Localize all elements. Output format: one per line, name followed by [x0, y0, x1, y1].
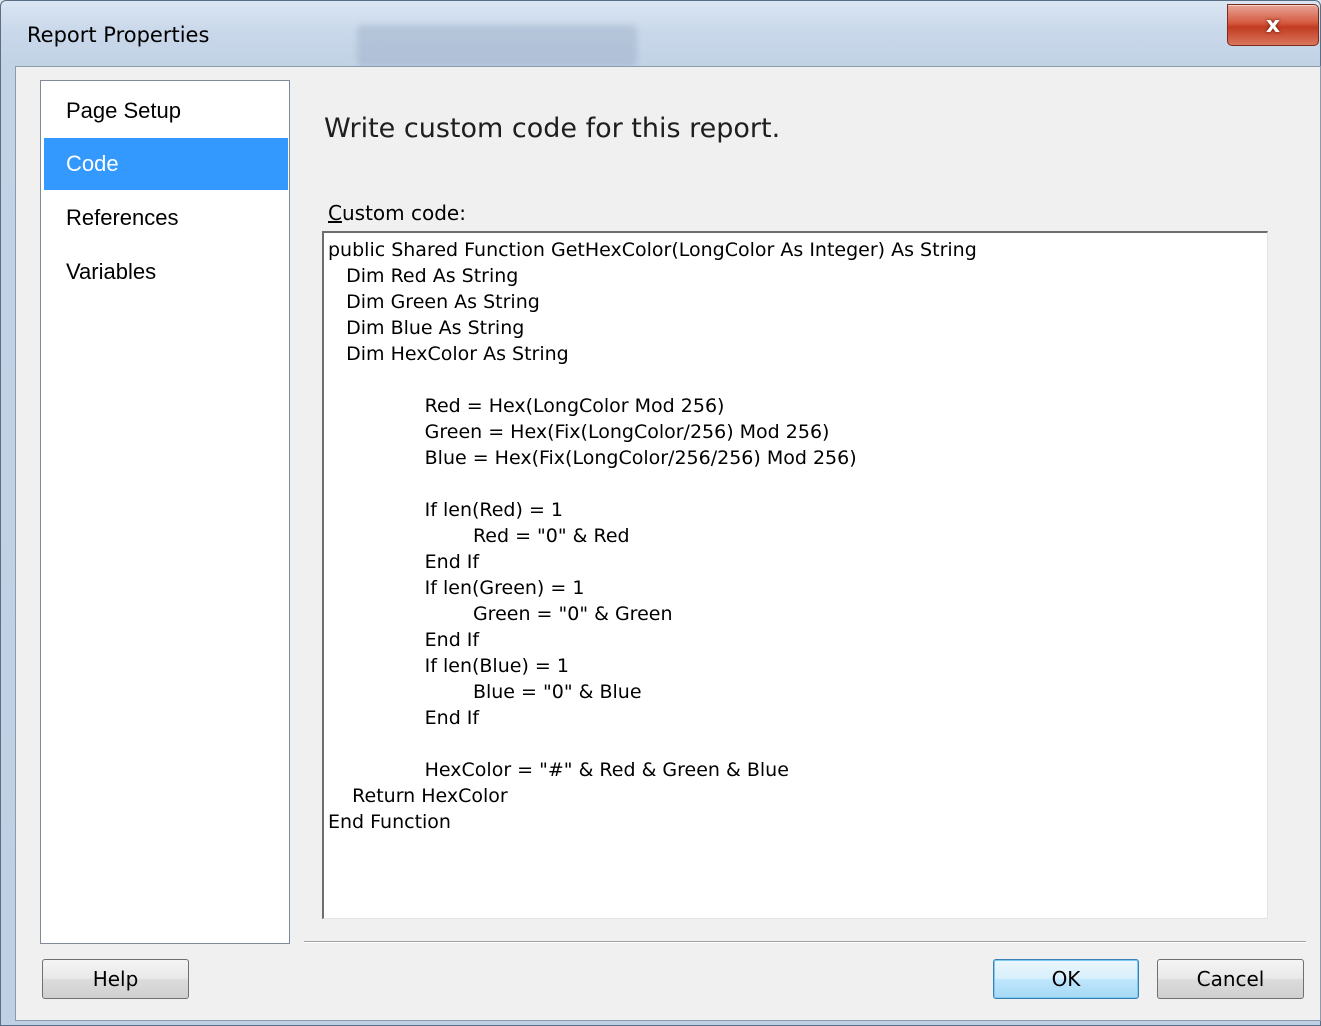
- custom-code-text[interactable]: public Shared Function GetHexColor(LongC…: [324, 233, 1267, 835]
- background-window-ghost: [357, 25, 637, 67]
- nav-item-references[interactable]: References: [44, 192, 288, 244]
- help-button[interactable]: Help: [42, 959, 189, 999]
- custom-code-label: Custom code:: [328, 201, 466, 225]
- ok-button[interactable]: OK: [993, 959, 1139, 999]
- custom-code-label-accesskey: C: [328, 201, 342, 225]
- dialog-client-area: Page Setup Code References Variables Wri…: [15, 66, 1321, 1021]
- category-list: Page Setup Code References Variables: [40, 80, 290, 944]
- nav-item-page-setup[interactable]: Page Setup: [44, 85, 288, 137]
- close-button[interactable]: x: [1227, 4, 1319, 46]
- title-bar[interactable]: Report Properties x: [1, 1, 1320, 67]
- page-heading: Write custom code for this report.: [324, 113, 781, 144]
- footer-separator: [304, 941, 1306, 943]
- dialog-title: Report Properties: [27, 23, 210, 47]
- nav-item-variables[interactable]: Variables: [44, 246, 288, 298]
- close-icon: x: [1265, 12, 1281, 38]
- custom-code-editor[interactable]: public Shared Function GetHexColor(LongC…: [322, 231, 1268, 919]
- nav-item-code[interactable]: Code: [44, 138, 288, 190]
- custom-code-label-text: ustom code:: [341, 201, 466, 225]
- report-properties-dialog: Report Properties x Page Setup Code Refe…: [0, 0, 1321, 1026]
- cancel-button[interactable]: Cancel: [1157, 959, 1304, 999]
